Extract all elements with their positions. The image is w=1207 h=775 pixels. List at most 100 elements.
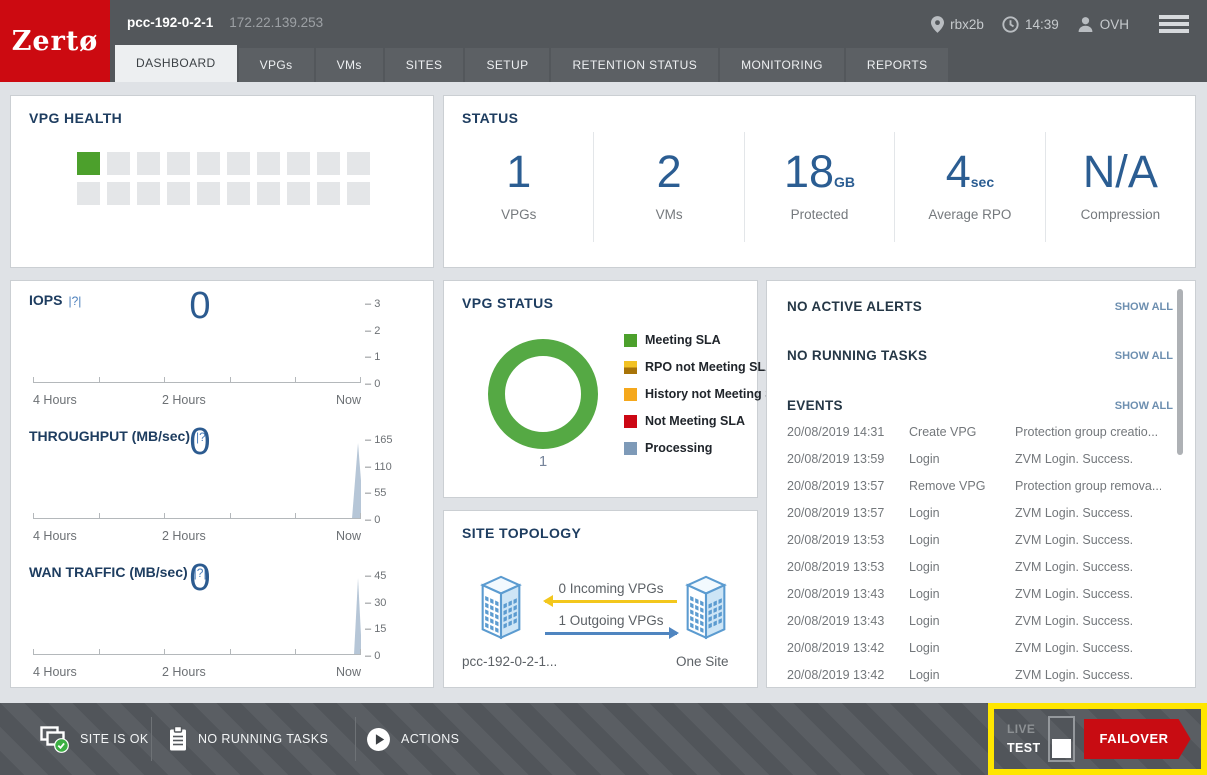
vpg-health-title: VPG HEALTH	[29, 110, 122, 126]
legend-label: Processing	[645, 441, 712, 455]
event-row[interactable]: 20/08/2019 13:42LoginZVM Login. Success.	[787, 634, 1161, 661]
events-scrollbar[interactable]	[1177, 289, 1183, 455]
alerts-show-all-link[interactable]: SHOW ALL	[1115, 301, 1173, 313]
vpg-status-title: VPG STATUS	[462, 295, 553, 311]
tasks-show-all-link[interactable]: SHOW ALL	[1115, 350, 1173, 362]
stat-value: 18GB	[745, 147, 894, 197]
vpg-health-cell	[107, 152, 130, 175]
tab-vms[interactable]: VMs	[316, 48, 383, 82]
event-row[interactable]: 20/08/2019 13:57LoginZVM Login. Success.	[787, 499, 1161, 526]
site-status-indicator[interactable]: SITE IS OK	[40, 703, 149, 775]
tab-reports[interactable]: REPORTS	[846, 48, 949, 82]
outgoing-vpgs-label: 1 Outgoing VPGs	[541, 613, 681, 628]
event-row[interactable]: 20/08/2019 14:31Create VPGProtection gro…	[787, 418, 1161, 445]
event-time: 20/08/2019 13:42	[787, 641, 909, 655]
stat-value: 1	[444, 147, 593, 197]
wan-traffic-chart: WAN TRAFFIC (MB/sec)|?| 0 4530150 4 Hour…	[11, 553, 433, 689]
event-description: Protection group creatio...	[1015, 425, 1161, 439]
tab-vpgs[interactable]: VPGs	[239, 48, 314, 82]
stat-compression: N/A Compression	[1045, 132, 1195, 242]
stat-average-rpo: 4sec Average RPO	[894, 132, 1044, 242]
stat-value: 2	[594, 147, 743, 197]
failover-mode-labels: LIVE TEST	[1007, 720, 1041, 758]
user-icon	[1077, 16, 1094, 32]
vpg-health-cell	[167, 152, 190, 175]
event-description: ZVM Login. Success.	[1015, 587, 1161, 601]
vpg-health-panel: VPG HEALTH	[10, 95, 434, 268]
actions-button[interactable]: ACTIONS	[366, 703, 459, 775]
event-row[interactable]: 20/08/2019 13:42LoginZVM Login. Success.	[787, 661, 1161, 688]
event-row[interactable]: 20/08/2019 13:43LoginZVM Login. Success.	[787, 580, 1161, 607]
location-group: rbx2b	[931, 16, 984, 33]
vpg-health-cell	[317, 152, 340, 175]
iops-y-axis: 3210	[365, 298, 419, 390]
failover-button[interactable]: FAILOVER	[1084, 719, 1191, 759]
local-site-building-icon	[476, 571, 526, 641]
tab-setup[interactable]: SETUP	[465, 48, 549, 82]
highlight-annotation: LIVE TEST FAILOVER	[988, 703, 1207, 775]
event-action: Login	[909, 533, 1015, 547]
vpg-health-cell	[287, 152, 310, 175]
alerts-header: NO ACTIVE ALERTS	[787, 299, 922, 314]
location-label: rbx2b	[950, 17, 984, 32]
vpg-health-cell	[227, 152, 250, 175]
event-description: ZVM Login. Success.	[1015, 668, 1161, 682]
events-show-all-link[interactable]: SHOW ALL	[1115, 400, 1173, 412]
event-time: 20/08/2019 13:59	[787, 452, 909, 466]
event-row[interactable]: 20/08/2019 13:53LoginZVM Login. Success.	[787, 526, 1161, 553]
event-description: ZVM Login. Success.	[1015, 452, 1161, 466]
running-tasks-indicator[interactable]: NO RUNNING TASKS	[168, 703, 328, 775]
live-test-toggle[interactable]	[1048, 716, 1075, 762]
legend-label: Not Meeting SLA	[645, 414, 745, 428]
event-time: 20/08/2019 13:57	[787, 506, 909, 520]
event-action: Login	[909, 641, 1015, 655]
event-time: 20/08/2019 13:43	[787, 614, 909, 628]
event-description: ZVM Login. Success.	[1015, 533, 1161, 547]
event-description: ZVM Login. Success.	[1015, 614, 1161, 628]
incoming-arrow	[545, 600, 677, 603]
site-ip: 172.22.139.253	[229, 15, 323, 30]
event-row[interactable]: 20/08/2019 13:59LoginZVM Login. Success.	[787, 445, 1161, 472]
stat-label: Protected	[745, 207, 894, 222]
vpg-health-cell	[137, 182, 160, 205]
vpg-health-cell	[197, 152, 220, 175]
user-group[interactable]: OVH	[1077, 16, 1129, 32]
throughput-chart: THROUGHPUT (MB/sec)|?| 0 165110550 4 Hou…	[11, 417, 433, 553]
event-time: 20/08/2019 13:43	[787, 587, 909, 601]
menu-icon[interactable]	[1159, 12, 1189, 36]
remote-site-building-icon	[681, 571, 731, 641]
tab-sites[interactable]: SITES	[385, 48, 464, 82]
throughput-x-axis: 4 Hours2 HoursNow	[33, 529, 361, 544]
vpg-status-panel: VPG STATUS 1 Meeting SLARPO not Meeting …	[443, 280, 758, 498]
vpg-status-count: 1	[488, 453, 598, 470]
event-action: Login	[909, 560, 1015, 574]
vpg-health-cell	[287, 182, 310, 205]
test-label: TEST	[1007, 739, 1041, 758]
legend-label: Meeting SLA	[645, 333, 721, 347]
toggle-test-position	[1052, 739, 1071, 758]
tasks-header: NO RUNNING TASKS	[787, 348, 927, 363]
event-action: Login	[909, 452, 1015, 466]
top-bar: Zertø pcc-192-0-2-1 172.22.139.253 rbx2b…	[0, 0, 1207, 82]
performance-charts-panel: IOPS|?| 0 3210 4 Hours2 HoursNow THROUGH…	[10, 280, 434, 688]
tab-monitoring[interactable]: MONITORING	[720, 48, 844, 82]
event-row[interactable]: 20/08/2019 13:53LoginZVM Login. Success.	[787, 553, 1161, 580]
local-site-label: pcc-192-0-2-1...	[462, 654, 557, 669]
stat-label: Average RPO	[895, 207, 1044, 222]
vpg-health-cell	[107, 182, 130, 205]
main-tabs: DASHBOARD VPGs VMs SITES SETUP RETENTION…	[115, 45, 948, 82]
site-status-label: SITE IS OK	[80, 732, 149, 746]
event-time: 20/08/2019 13:42	[787, 668, 909, 682]
actions-label: ACTIONS	[401, 732, 459, 746]
topology-links: 0 Incoming VPGs 1 Outgoing VPGs	[541, 581, 681, 645]
zerto-logo: Zertø	[0, 0, 110, 82]
event-row[interactable]: 20/08/2019 13:57Remove VPGProtection gro…	[787, 472, 1161, 499]
stat-vpgs: 1 VPGs	[444, 132, 593, 242]
event-row[interactable]: 20/08/2019 13:43LoginZVM Login. Success.	[787, 607, 1161, 634]
tab-retention-status[interactable]: RETENTION STATUS	[551, 48, 718, 82]
event-action: Login	[909, 614, 1015, 628]
tab-dashboard[interactable]: DASHBOARD	[115, 45, 237, 82]
events-header: EVENTS	[787, 398, 843, 413]
legend-swatch	[624, 334, 637, 347]
clock-icon	[1002, 16, 1019, 33]
